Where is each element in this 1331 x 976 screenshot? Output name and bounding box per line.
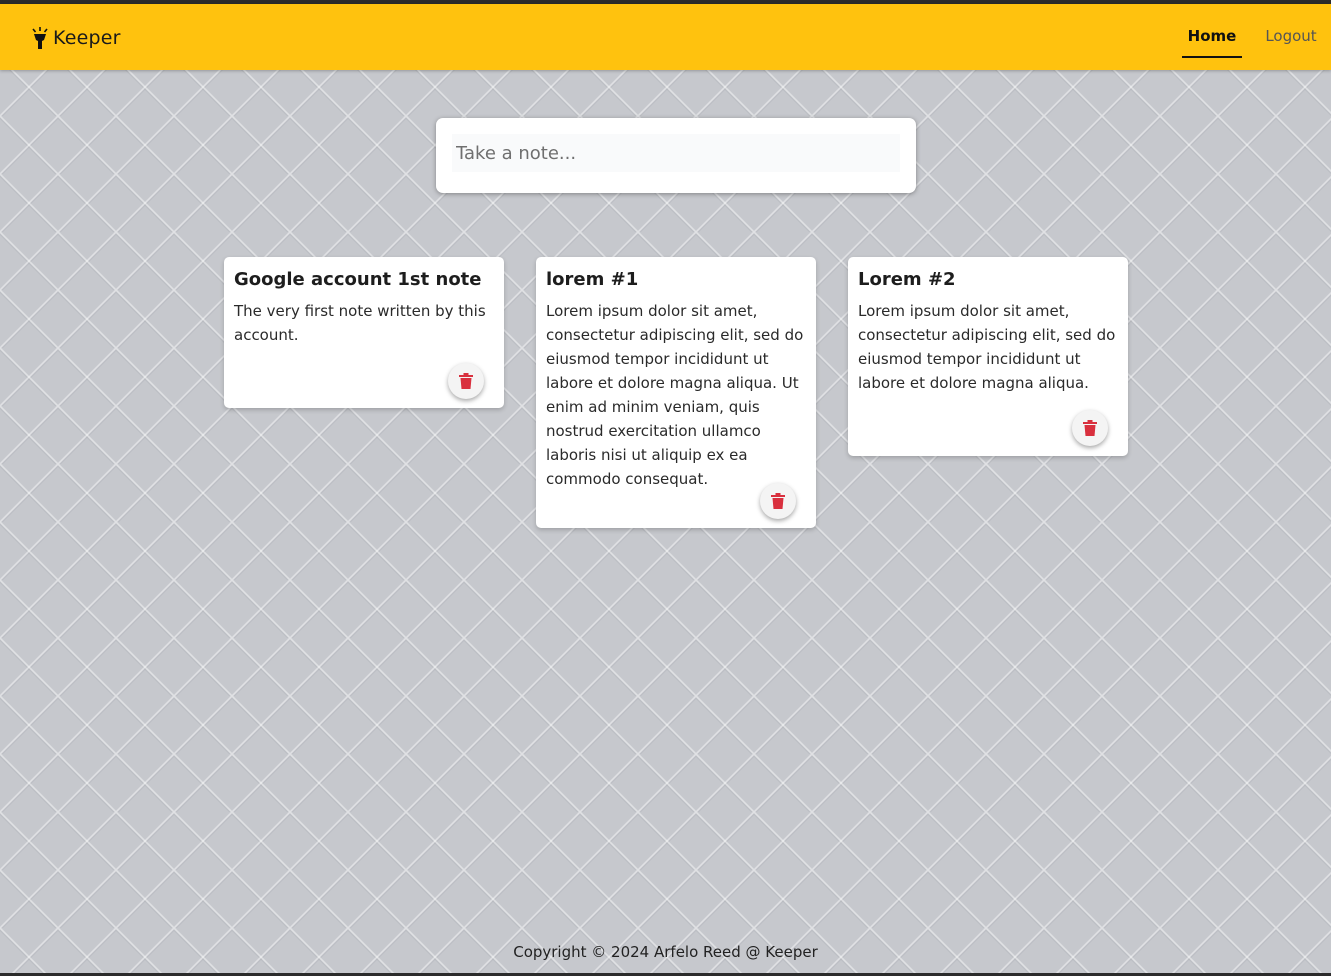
delete-note-button[interactable]	[1072, 410, 1108, 446]
app-header: Keeper Home Logout	[0, 4, 1331, 70]
note-title: lorem #1	[546, 269, 639, 290]
lamp-icon	[32, 27, 48, 49]
nav-home-link[interactable]: Home	[1182, 24, 1242, 58]
note-input[interactable]	[452, 134, 900, 172]
note-content: Lorem ipsum dolor sit amet, consectetur …	[546, 302, 804, 488]
create-note-form	[436, 118, 916, 193]
brand[interactable]: Keeper	[30, 24, 121, 52]
note-card: Lorem #2 Lorem ipsum dolor sit amet, con…	[848, 257, 1128, 456]
trash-icon	[771, 493, 785, 509]
note-title: Google account 1st note	[234, 269, 482, 290]
note-card: lorem #1 Lorem ipsum dolor sit amet, con…	[536, 257, 816, 528]
note-title: Lorem #2	[858, 269, 956, 290]
nav-logout-link[interactable]: Logout	[1258, 24, 1324, 58]
note-card: Google account 1st note The very first n…	[224, 257, 504, 408]
note-content: Lorem ipsum dolor sit amet, consectetur …	[858, 302, 1116, 392]
brand-name: Keeper	[53, 27, 121, 49]
trash-icon	[1083, 420, 1097, 436]
delete-note-button[interactable]	[760, 483, 796, 519]
footer-copyright: Copyright © 2024 Arfelo Reed @ Keeper	[513, 943, 818, 961]
delete-note-button[interactable]	[448, 363, 484, 399]
note-content: The very first note written by this acco…	[234, 302, 486, 344]
trash-icon	[459, 373, 473, 389]
